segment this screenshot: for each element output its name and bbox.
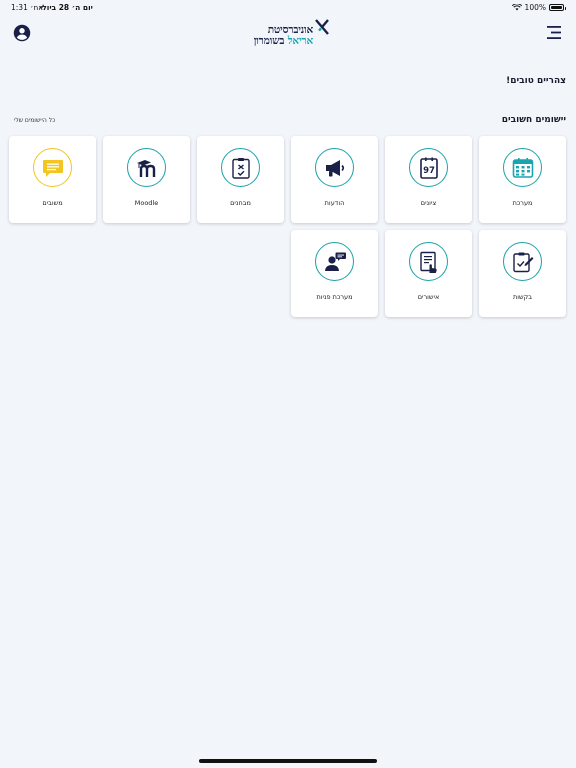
app-header: אוניברסיטת אריאל בשומרון [0, 16, 576, 50]
tile-label: אישורים [417, 293, 440, 301]
home-indicator[interactable] [199, 759, 377, 763]
section-title: יישומים חשובים [501, 115, 566, 125]
tile-label: הודעות [324, 199, 345, 207]
tile-icon-ring [315, 148, 354, 187]
app-tile-approvals[interactable]: אישורים [385, 230, 472, 317]
tile-label: מערכת [512, 199, 533, 207]
tile-label: מערכת פניות [316, 293, 353, 301]
battery-percent: 100% [524, 3, 546, 12]
university-logo: אוניברסיטת אריאל בשומרון [250, 19, 330, 49]
tile-label: בקשות [512, 293, 533, 301]
app-tile-grades[interactable]: 97 ציונים [385, 136, 472, 223]
tile-icon-ring [127, 148, 166, 187]
logo-line2: אריאל בשומרון [253, 35, 314, 47]
inquiries-person-chat-icon [324, 252, 346, 271]
request-pen-clipboard-icon [512, 252, 533, 272]
grades-icon-text: 97 [423, 166, 435, 176]
status-bar: 1:31 אח׳ יום ה׳ 28 ביולי 100% [0, 0, 576, 14]
app-tile-feedback[interactable]: משובים [9, 136, 96, 223]
logo-mark-icon [315, 19, 329, 35]
app-tile-requests[interactable]: בקשות [479, 230, 566, 317]
calendar-icon [512, 157, 533, 178]
megaphone-icon [325, 159, 344, 176]
all-apps-link[interactable]: כל היישומים שלי [14, 117, 55, 124]
logo-ariel: אריאל [287, 35, 314, 47]
grades-97-icon: 97 [419, 157, 438, 179]
tile-label: Moodle [134, 199, 159, 207]
tile-icon-ring [33, 148, 72, 187]
app-tile-exams[interactable]: מבחנים [197, 136, 284, 223]
status-time: 1:31 אח׳ [11, 3, 44, 12]
tile-icon-ring [409, 242, 448, 281]
tile-label: מבחנים [230, 199, 251, 207]
app-tile-messages[interactable]: הודעות [291, 136, 378, 223]
app-tile-moodle[interactable]: Moodle [103, 136, 190, 223]
tile-icon-ring [503, 242, 542, 281]
home-screen: 1:31 אח׳ יום ה׳ 28 ביולי 100% אוניברסיטת… [0, 0, 576, 768]
tile-icon-ring [221, 148, 260, 187]
logo-shomron: בשומרון [253, 35, 285, 47]
exam-clipboard-icon [231, 157, 250, 179]
battery-icon [549, 4, 566, 11]
greeting-text: צהריים טובים! [506, 76, 566, 86]
hamburger-menu-icon[interactable] [547, 25, 561, 40]
tile-label: משובים [42, 199, 63, 207]
status-date: יום ה׳ 28 ביולי [40, 3, 93, 12]
tile-icon-ring [315, 242, 354, 281]
wifi-icon [511, 4, 522, 11]
feedback-chat-icon [42, 159, 63, 177]
app-tile-inquiries[interactable]: מערכת פניות [291, 230, 378, 317]
tile-icon-ring: 97 [409, 148, 448, 187]
tile-label: ציונים [420, 199, 437, 207]
tile-icon-ring [503, 148, 542, 187]
moodle-icon [136, 159, 155, 177]
approvals-document-icon [419, 251, 437, 273]
status-right: 100% [511, 3, 566, 12]
app-tile-schedule[interactable]: מערכת [479, 136, 566, 223]
user-circle-icon[interactable] [13, 24, 31, 42]
